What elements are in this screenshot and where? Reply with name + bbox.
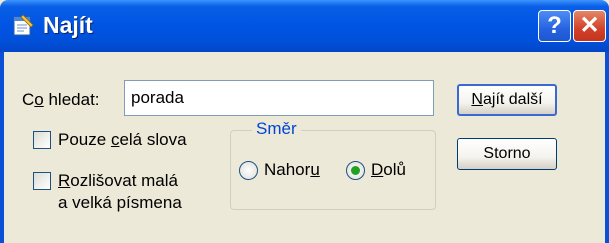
help-icon: ? bbox=[547, 12, 562, 39]
direction-up-label[interactable]: Nahoru bbox=[264, 160, 320, 180]
direction-down-label[interactable]: Dolů bbox=[371, 160, 406, 180]
close-icon: ✕ bbox=[579, 12, 600, 39]
match-case-checkbox[interactable] bbox=[33, 172, 51, 190]
search-input[interactable] bbox=[124, 80, 434, 116]
whole-word-checkbox[interactable] bbox=[33, 131, 51, 149]
find-next-button[interactable]: Najít další bbox=[457, 84, 557, 116]
window-frame-right bbox=[605, 52, 609, 243]
close-button[interactable]: ✕ bbox=[573, 10, 606, 42]
radio-selected-dot bbox=[351, 166, 360, 175]
direction-group-title: Směr bbox=[252, 119, 301, 139]
title-bar[interactable]: Najít ? ✕ bbox=[0, 0, 609, 52]
window-frame-left bbox=[0, 52, 4, 243]
help-button[interactable]: ? bbox=[538, 10, 571, 42]
cancel-button[interactable]: Storno bbox=[457, 138, 557, 170]
direction-down-radio[interactable] bbox=[346, 161, 365, 180]
direction-up-radio[interactable] bbox=[239, 161, 258, 180]
find-dialog: Najít ? ✕ Co hledat: Najít další Storno … bbox=[0, 0, 609, 243]
window-title: Najít bbox=[43, 12, 93, 38]
notepad-app-icon bbox=[13, 14, 34, 36]
match-case-label[interactable]: Rozlišovat malá a velká písmena bbox=[58, 170, 182, 214]
whole-word-label[interactable]: Pouze celá slova bbox=[58, 130, 187, 150]
search-label: Co hledat: bbox=[22, 90, 100, 109]
